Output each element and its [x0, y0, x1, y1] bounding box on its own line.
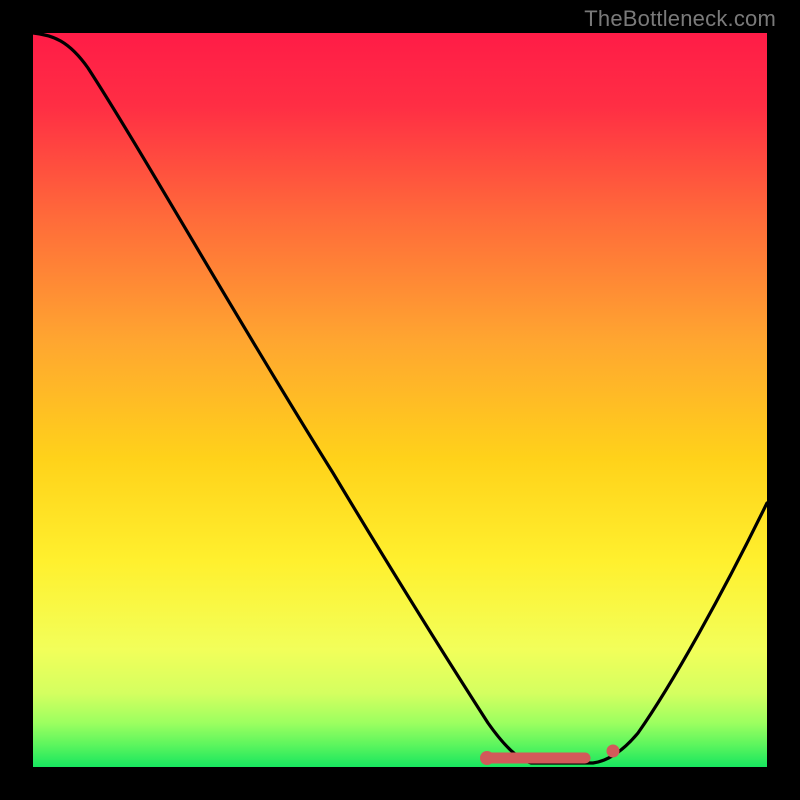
watermark-text: TheBottleneck.com: [584, 6, 776, 32]
plot-area: [33, 33, 767, 767]
chart-frame: TheBottleneck.com: [0, 0, 800, 800]
optimal-zone-marker: [33, 33, 767, 767]
